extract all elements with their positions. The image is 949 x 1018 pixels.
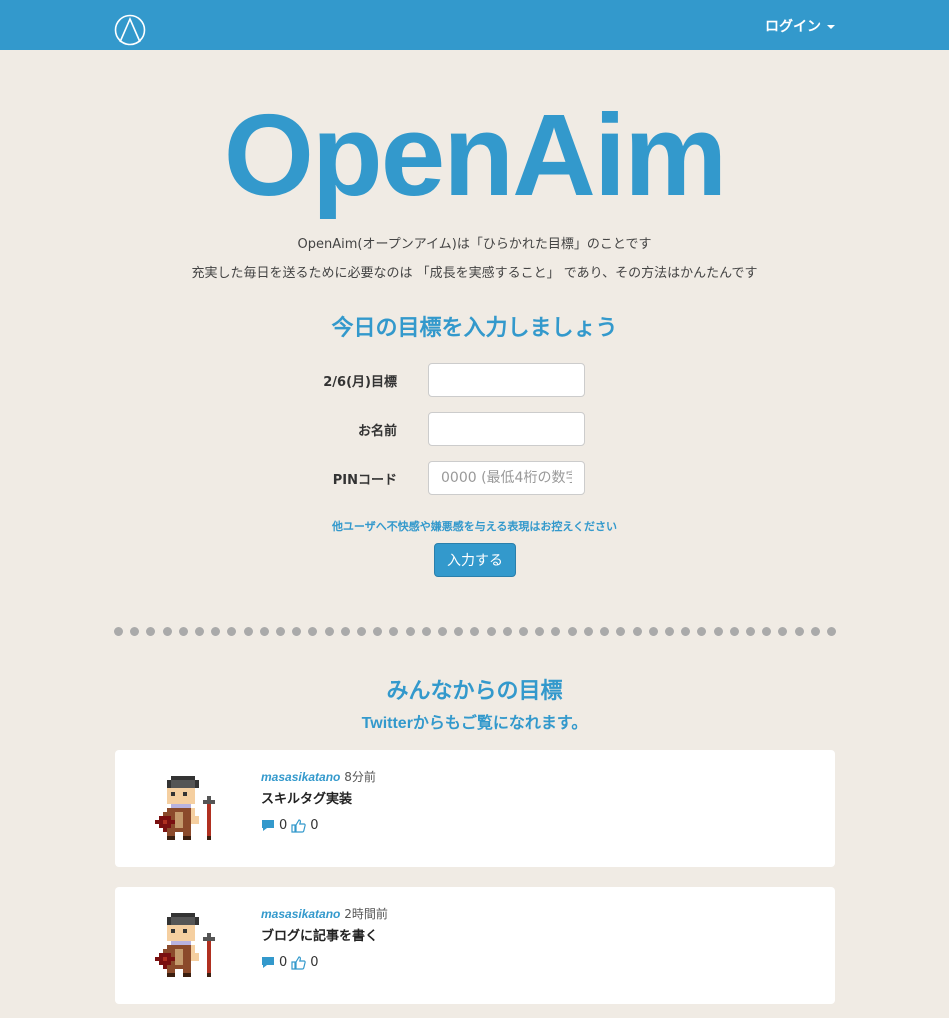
username-link[interactable]: masasikatano — [261, 907, 340, 921]
divider-dot — [762, 626, 772, 636]
login-dropdown[interactable]: ログイン — [765, 16, 835, 36]
username-link[interactable]: masasikatano — [261, 770, 340, 784]
pin-row: PINコード — [0, 461, 949, 495]
post-meta: masasikatano 2時間前 — [261, 905, 388, 922]
divider-dot — [681, 626, 691, 636]
name-row: お名前 — [0, 412, 949, 446]
divider-dot — [713, 626, 723, 636]
divider-dot — [778, 626, 788, 636]
comment-count: 0 — [279, 818, 288, 833]
divider-dot — [146, 626, 156, 636]
divider-dot — [276, 626, 286, 636]
divider-dot — [810, 626, 820, 636]
divider-dot — [211, 626, 221, 636]
divider-dot — [340, 626, 350, 636]
divider-dot — [551, 626, 561, 636]
pixel-avatar[interactable] — [155, 905, 219, 985]
divider-dot — [259, 626, 269, 636]
divider-dot — [373, 626, 383, 636]
goal-card: masasikatano 8分前 スキルタグ実装 0 0 — [115, 750, 835, 867]
divider-dot — [130, 626, 140, 636]
divider-dot — [648, 626, 658, 636]
post-meta: masasikatano 8分前 — [261, 768, 376, 785]
caret-down-icon — [827, 25, 835, 29]
goal-text: スキルタグ実装 — [261, 792, 353, 807]
goal-label: 2/6(月)目標 — [323, 375, 397, 390]
post-time: 8分前 — [344, 770, 376, 784]
goal-input[interactable] — [428, 363, 585, 397]
feed-subtitle-text: からもご覧になれます。 — [412, 713, 588, 732]
content-notice: 他ユーザへ不快感や嫌悪感を与える表現はお控えください — [331, 520, 618, 533]
name-input[interactable] — [428, 412, 585, 446]
pixel-avatar[interactable] — [155, 768, 219, 848]
divider-dot — [324, 626, 334, 636]
feed-heading: みんなからの目標 — [386, 679, 563, 704]
feed-subtitle: Twitterからもご覧になれます。 — [0, 709, 949, 733]
divider-dot — [486, 626, 496, 636]
divider-dot — [502, 626, 512, 636]
like-count: 0 — [310, 818, 319, 833]
divider-dot — [389, 626, 399, 636]
divider-dot — [745, 626, 755, 636]
login-label: ログイン — [765, 19, 821, 35]
divider-dot — [292, 626, 302, 636]
openaim-logo-icon[interactable] — [114, 14, 146, 46]
name-label: お名前 — [357, 424, 397, 439]
divider-dot — [616, 626, 626, 636]
divider-dot — [357, 626, 367, 636]
divider-dot — [519, 626, 529, 636]
divider-dot — [567, 626, 577, 636]
comment-count: 0 — [279, 955, 288, 970]
goal-card: masasikatano 2時間前 ブログに記事を書く 0 0 — [115, 887, 835, 1004]
divider-dot — [535, 626, 545, 636]
divider-dot — [470, 626, 480, 636]
post-actions: 0 0 — [261, 955, 319, 970]
dotted-divider — [114, 626, 836, 636]
goal-row: 2/6(月)目標 — [0, 363, 949, 397]
divider-dot — [162, 626, 172, 636]
post-time: 2時間前 — [344, 907, 388, 921]
divider-dot — [421, 626, 431, 636]
submit-button[interactable]: 入力する — [434, 543, 516, 577]
thumbs-up-icon[interactable] — [291, 955, 307, 970]
divider-dot — [454, 626, 464, 636]
divider-dot — [438, 626, 448, 636]
comment-icon[interactable] — [261, 819, 275, 832]
goal-text: ブログに記事を書く — [261, 929, 379, 944]
divider-dot — [826, 626, 836, 636]
hero-title: OpenAim — [223, 90, 728, 220]
divider-dot — [583, 626, 593, 636]
divider-dot — [243, 626, 253, 636]
hero-description-2: 充実した毎日を送るために必要なのは 「成長を実感すること」 であり、その方法はか… — [191, 266, 758, 281]
divider-dot — [794, 626, 804, 636]
divider-dot — [405, 626, 415, 636]
hero-description-1: OpenAim(オープンアイム)は「ひらかれた目標」のことです — [297, 237, 652, 252]
pin-input[interactable] — [428, 461, 585, 495]
divider-dot — [600, 626, 610, 636]
navbar: ログイン — [0, 0, 949, 50]
divider-dot — [697, 626, 707, 636]
like-count: 0 — [310, 955, 319, 970]
thumbs-up-icon[interactable] — [291, 818, 307, 833]
goal-form-heading: 今日の目標を入力しましょう — [331, 316, 618, 341]
divider-dot — [227, 626, 237, 636]
divider-dot — [178, 626, 188, 636]
divider-dot — [114, 626, 123, 636]
comment-icon[interactable] — [261, 956, 275, 969]
divider-dot — [308, 626, 318, 636]
pin-label: PINコード — [332, 473, 397, 488]
post-actions: 0 0 — [261, 818, 319, 833]
divider-dot — [664, 626, 674, 636]
twitter-link[interactable]: Twitter — [362, 715, 413, 732]
divider-dot — [632, 626, 642, 636]
divider-dot — [195, 626, 205, 636]
divider-dot — [729, 626, 739, 636]
